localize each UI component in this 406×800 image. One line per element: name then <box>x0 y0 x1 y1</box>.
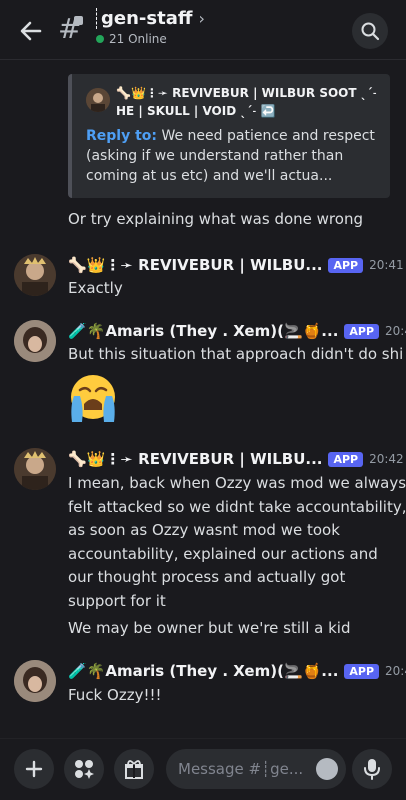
timestamp: 20:42 <box>385 664 406 678</box>
emoji-icon[interactable] <box>316 758 338 780</box>
app-badge: APP <box>328 257 364 273</box>
author-name[interactable]: 🧪🌴Amaris (They . Xem)(🚬🍯... <box>68 322 338 340</box>
app-badge: APP <box>344 663 380 679</box>
lock-icon <box>74 16 83 25</box>
message-header: 🦴👑⋮➛ REVIVEBUR | WILBU... APP 20:41 <box>68 256 404 274</box>
apps-button[interactable] <box>64 749 104 789</box>
voice-message-button[interactable] <box>352 749 392 789</box>
avatar[interactable] <box>14 254 56 296</box>
author-name[interactable]: 🦴👑⋮➛ REVIVEBUR | WILBU... <box>68 256 322 274</box>
message-input[interactable]: Message #┊ge... <box>166 749 346 789</box>
channel-title-block[interactable]: gen-staff › 21 Online <box>96 8 205 46</box>
search-icon <box>361 22 380 41</box>
message-text: Or try explaining what was done wrong <box>68 210 363 228</box>
gift-button[interactable] <box>114 749 154 789</box>
message-composer: Message #┊ge... <box>0 738 406 800</box>
author-name[interactable]: 🦴👑⋮➛ REVIVEBUR | WILBU... <box>68 450 322 468</box>
message-header: 🧪🌴Amaris (They . Xem)(🚬🍯... APP 20:42 <box>68 662 406 680</box>
online-status-dot <box>96 35 104 43</box>
reply-snippet: Reply to: We need patience and respect (… <box>86 126 386 186</box>
search-button[interactable] <box>352 13 388 49</box>
avatar[interactable] <box>14 320 56 362</box>
reply-to-label: Reply to: <box>86 128 158 144</box>
message-text: Exactly <box>68 279 123 297</box>
message-text-line: I mean, back when Ozzy was mod we always <box>68 474 406 492</box>
app-badge: APP <box>328 451 364 467</box>
avatar[interactable] <box>14 448 56 490</box>
app-badge: APP <box>344 323 380 339</box>
message-text: But this situation that approach didn't … <box>68 345 404 363</box>
apps-icon <box>75 760 94 779</box>
channel-name: gen-staff <box>96 8 192 29</box>
message-text-line: support for it <box>68 592 166 610</box>
author-name[interactable]: 🧪🌴Amaris (They . Xem)(🚬🍯... <box>68 662 338 680</box>
add-attachment-button[interactable] <box>14 749 54 789</box>
message-text-line: accountability, explained our actions an… <box>68 545 378 563</box>
message-text: We may be owner but we're still a kid <box>68 619 351 637</box>
gift-icon <box>125 760 143 779</box>
message-text-line: felt attacked so we didnt take accountab… <box>68 498 406 516</box>
avatar <box>86 88 110 112</box>
message-text-line: as soon as Ozzy wasnt mod we took <box>68 521 340 539</box>
timestamp: 20:42 <box>369 452 404 466</box>
plus-icon <box>25 760 43 778</box>
message-placeholder: Message #┊ge... <box>178 760 304 778</box>
timestamp: 20:41 <box>369 258 404 272</box>
timestamp: 20:41 <box>385 324 406 338</box>
online-count: 21 Online <box>109 32 167 46</box>
back-arrow-icon[interactable] <box>18 18 44 44</box>
message-header: 🧪🌴Amaris (They . Xem)(🚬🍯... APP 20:41 <box>68 322 406 340</box>
avatar[interactable] <box>14 660 56 702</box>
reply-author-name: 🦴👑⋮➛ REVIVEBUR | WILBUR SOOT ˎˊ˗ HE | SK… <box>116 86 377 118</box>
microphone-icon <box>364 759 380 780</box>
reply-preview[interactable]: 🦴👑⋮➛ REVIVEBUR | WILBUR SOOT ˎˊ˗ HE | SK… <box>68 74 390 198</box>
message-text: Fuck Ozzy!!! <box>68 686 162 704</box>
channel-header: # gen-staff › 21 Online <box>0 0 406 60</box>
message-header: 🦴👑⋮➛ REVIVEBUR | WILBU... APP 20:42 <box>68 450 404 468</box>
loudly-crying-face-icon <box>71 375 115 422</box>
chevron-right-icon: › <box>198 9 205 28</box>
message-text-line: our thought process and actually got <box>68 568 346 586</box>
